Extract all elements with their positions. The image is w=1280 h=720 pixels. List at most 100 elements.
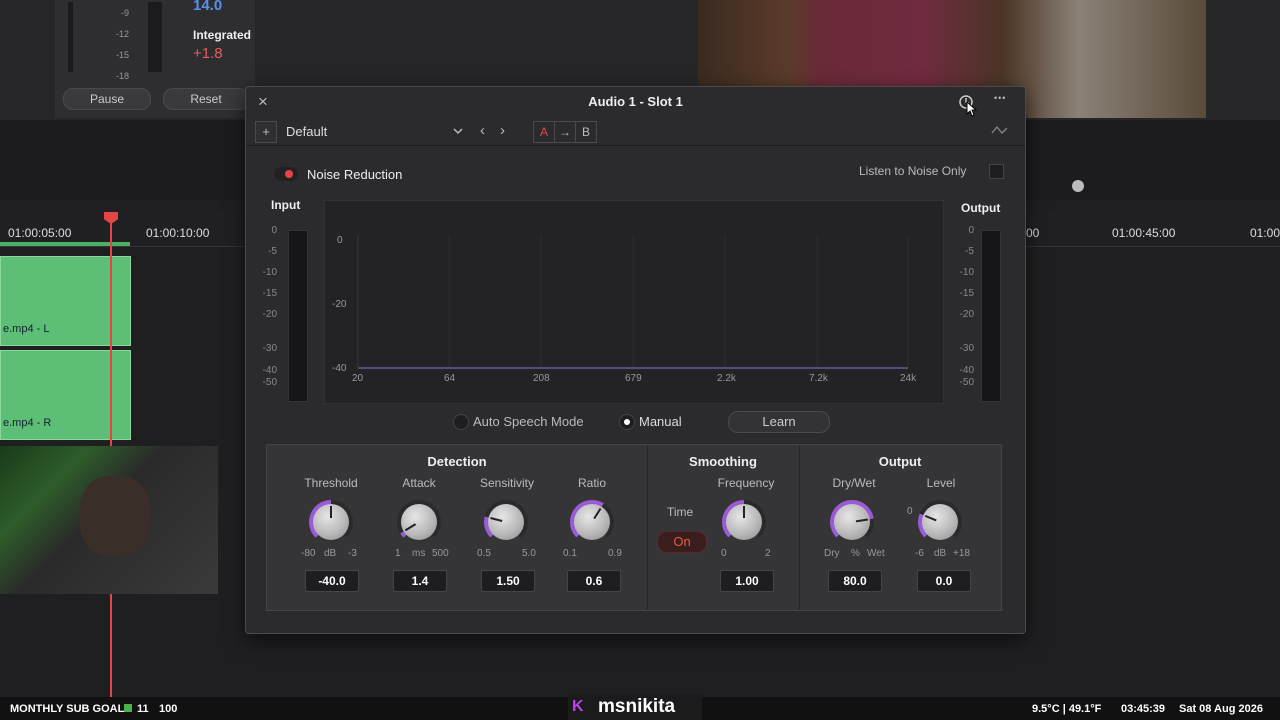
threshold-knob[interactable]	[309, 500, 353, 544]
ab-copy-button[interactable]: →	[555, 122, 576, 142]
mouse-cursor-icon	[966, 100, 978, 117]
listen-noise-checkbox[interactable]	[989, 164, 1004, 179]
preset-value: Default	[286, 124, 328, 139]
drywet-knob[interactable]	[830, 500, 874, 544]
frequency-min: 0	[721, 548, 727, 559]
ratio-value[interactable]: 0.6	[567, 570, 621, 592]
knob-cap	[574, 504, 610, 540]
sub-goal-target: 100	[159, 703, 178, 715]
drywet-label: Dry/Wet	[832, 476, 876, 490]
short-term-value: 14.0	[193, 0, 223, 14]
auto-speech-label: Auto Speech Mode	[473, 414, 584, 429]
controls-panel: Detection Smoothing Output Threshold -80…	[266, 444, 1002, 611]
channel-name: msnikita	[598, 696, 676, 717]
attack-label: Attack	[402, 476, 436, 490]
viewer-slider-handle[interactable]	[1072, 180, 1084, 192]
drywet-value[interactable]: 80.0	[828, 570, 882, 592]
reset-button[interactable]: Reset	[163, 88, 249, 110]
noise-profile-graph: 0 -20 -40 20 64 208 679 2.2k 7.2k 24k	[324, 200, 944, 404]
ab-compare: A → B	[533, 121, 597, 143]
more-options-icon[interactable]: •••	[994, 93, 1006, 103]
ruler-label: 00	[1026, 226, 1040, 240]
level-zero: 0	[907, 506, 913, 517]
drywet-max: Wet	[867, 548, 885, 559]
knob-cap	[488, 504, 524, 540]
level-knob[interactable]	[918, 500, 962, 544]
output-title: Output	[878, 454, 922, 469]
add-preset-button[interactable]: +	[255, 121, 277, 143]
radio-selected-dot	[624, 419, 630, 425]
input-level-meter	[288, 230, 308, 402]
ruler-label: 01:00:05:00	[8, 226, 72, 240]
frequency-label: Frequency	[717, 476, 775, 490]
threshold-label: Threshold	[304, 476, 358, 490]
graph-x-label: 2.2k	[717, 373, 736, 384]
window-title: Audio 1 - Slot 1	[588, 94, 683, 109]
sub-goal-current: 11	[137, 703, 149, 715]
graph-x-label: 24k	[900, 373, 917, 384]
channel-badge: K msnikita	[568, 694, 702, 720]
listen-noise-label: Listen to Noise Only	[859, 164, 967, 178]
noise-reduction-window: Audio 1 - Slot 1 × ••• + Default ‹ › A →…	[245, 86, 1026, 634]
ab-a-button[interactable]: A	[534, 122, 555, 142]
sensitivity-label: Sensitivity	[479, 476, 535, 490]
loudness-meter-panel: -9 -12 -15 -18 14.0 Integrated +1.8 Paus…	[55, 0, 255, 118]
ruler-label: 01:00:45:00	[1112, 226, 1176, 240]
loudness-scale: -9 -12 -15 -18	[115, 8, 129, 81]
section-divider	[799, 445, 800, 610]
threshold-value[interactable]: -40.0	[305, 570, 359, 592]
clock-readout: 03:45:39	[1121, 703, 1166, 715]
manual-radio[interactable]	[619, 414, 635, 430]
next-preset-button[interactable]: ›	[500, 122, 505, 139]
clip-name: e.mp4 - L	[3, 323, 50, 335]
graph-y-label: -40	[332, 363, 347, 374]
section-divider	[647, 445, 648, 610]
manual-label: Manual	[639, 414, 682, 429]
attack-value[interactable]: 1.4	[393, 570, 447, 592]
noise-reduction-toggle[interactable]	[274, 167, 298, 181]
graph-x-label: 20	[352, 373, 364, 384]
knob-cap	[922, 504, 958, 540]
output-level-meter	[981, 230, 1001, 402]
time-toggle[interactable]: On	[657, 531, 707, 553]
output-label: Output	[961, 201, 1001, 215]
weather-readout: 9.5°C | 49.1°F	[1032, 703, 1102, 715]
threshold-max: -3	[348, 548, 357, 559]
webcam-person	[80, 476, 150, 556]
knob-indicator	[743, 506, 745, 518]
level-unit: dB	[934, 548, 947, 559]
clip-name: e.mp4 - R	[3, 417, 52, 429]
level-value[interactable]: 0.0	[917, 570, 971, 592]
sensitivity-knob[interactable]	[484, 500, 528, 544]
auto-speech-radio[interactable]	[453, 414, 469, 430]
sensitivity-value[interactable]: 1.50	[481, 570, 535, 592]
close-icon[interactable]: ×	[256, 92, 270, 111]
frequency-value[interactable]: 1.00	[720, 570, 774, 592]
threshold-unit: dB	[324, 548, 337, 559]
knob-cap	[834, 504, 870, 540]
attack-min: 1	[395, 548, 401, 559]
drywet-min: Dry	[824, 548, 840, 559]
kick-logo-icon: K	[572, 698, 584, 715]
smoothing-title: Smoothing	[689, 454, 757, 469]
stream-status-bar: MONTHLY SUB GOAL 11 100 K msnikita 9.5°C…	[0, 694, 1280, 720]
attack-unit: ms	[412, 548, 426, 559]
power-led-icon	[285, 170, 293, 178]
preset-toolbar: + Default ‹ › A → B	[246, 119, 1025, 146]
ab-b-button[interactable]: B	[576, 122, 596, 142]
ratio-min: 0.1	[563, 548, 577, 559]
knob-indicator	[330, 506, 332, 518]
attack-max: 500	[432, 548, 449, 559]
frequency-knob[interactable]	[722, 500, 766, 544]
drywet-unit: %	[851, 548, 860, 559]
preset-dropdown[interactable]: Default	[286, 121, 471, 143]
sub-goal-progress-icon	[124, 704, 132, 712]
learn-button[interactable]: Learn	[728, 411, 830, 433]
ratio-knob[interactable]	[570, 500, 614, 544]
attack-knob[interactable]	[397, 500, 441, 544]
chevron-down-icon	[453, 128, 463, 135]
ratio-label: Ratio	[577, 476, 606, 490]
pause-button[interactable]: Pause	[63, 88, 151, 110]
noise-reduction-label: Noise Reduction	[307, 167, 403, 182]
prev-preset-button[interactable]: ‹	[480, 122, 485, 139]
